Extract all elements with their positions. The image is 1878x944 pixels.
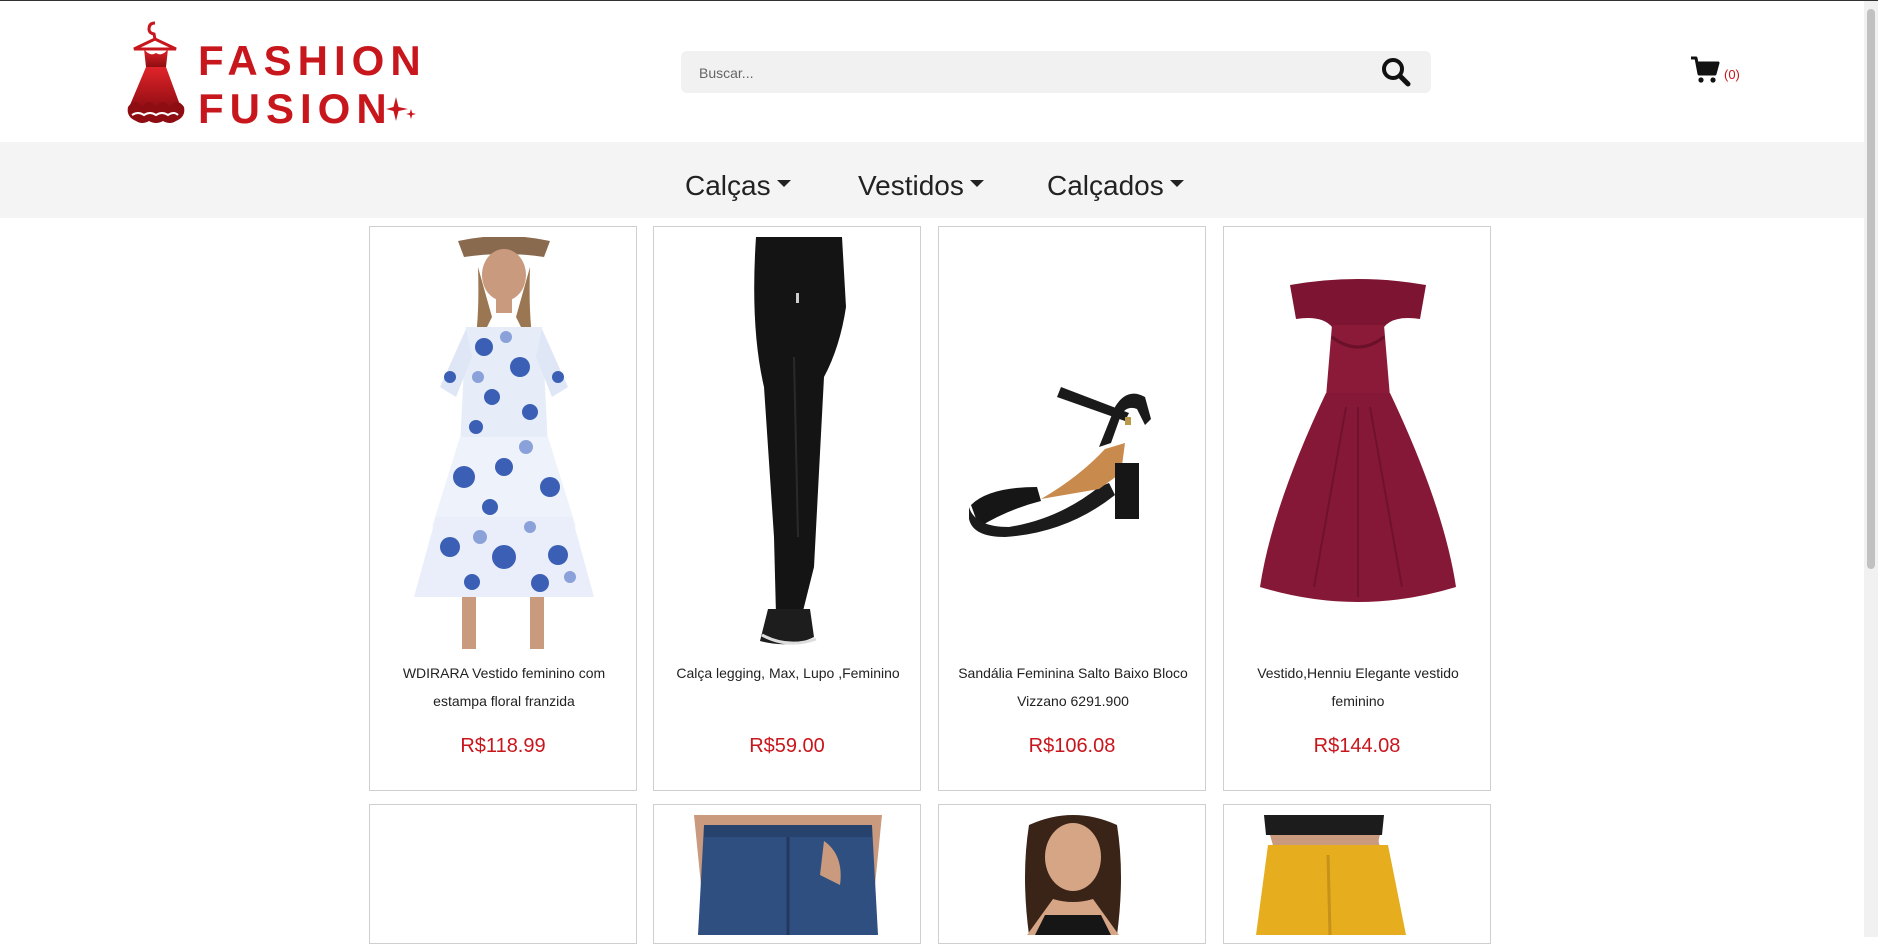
product-image-floral-dress xyxy=(380,237,628,649)
product-card[interactable] xyxy=(1223,804,1491,944)
product-card[interactable] xyxy=(938,804,1206,944)
nav-item-label: Vestidos xyxy=(858,170,964,201)
product-price: R$144.08 xyxy=(1313,735,1401,757)
product-title[interactable]: Calça legging, Max, Lupo ,Feminino xyxy=(670,659,906,687)
product-image-sandal xyxy=(949,237,1197,649)
caret-down-icon xyxy=(969,179,984,187)
product-card[interactable]: WDIRARA Vestido feminino com estampa flo… xyxy=(369,226,637,791)
brand-name-line1: FASHION xyxy=(198,37,427,84)
product-card[interactable]: Vestido,Henniu Elegante vestido feminino… xyxy=(1223,226,1491,791)
site-header: FASHION FUSION (0) xyxy=(0,1,1864,141)
page-scrollbar[interactable] xyxy=(1864,1,1878,937)
nav-item-label: Calças xyxy=(685,170,771,201)
scrollbar-thumb[interactable] xyxy=(1867,9,1875,569)
caret-down-icon xyxy=(1169,179,1184,187)
product-image-yellow-pants xyxy=(1234,815,1482,935)
cart-count: (0) xyxy=(1724,66,1740,82)
product-title[interactable]: WDIRARA Vestido feminino com estampa flo… xyxy=(386,659,622,715)
product-card[interactable] xyxy=(369,804,637,944)
product-price: R$118.99 xyxy=(460,735,546,757)
product-title[interactable]: Sandália Feminina Salto Baixo Bloco Vizz… xyxy=(955,659,1191,715)
search-input[interactable] xyxy=(697,51,1341,95)
category-nav: Calças Vestidos Calçados xyxy=(0,142,1864,218)
nav-item-calcados[interactable]: Calçados xyxy=(1047,170,1184,202)
product-price: R$59.00 xyxy=(749,735,825,757)
product-image xyxy=(380,815,628,935)
shopping-cart-icon xyxy=(1691,56,1720,83)
caret-down-icon xyxy=(776,179,791,187)
product-image-model xyxy=(949,815,1197,935)
brand-logo[interactable]: FASHION FUSION xyxy=(122,19,422,132)
cart-button[interactable]: (0) xyxy=(1690,56,1740,84)
product-image-jeans xyxy=(664,815,912,935)
dress-hanger-icon xyxy=(127,21,185,123)
nav-item-vestidos[interactable]: Vestidos xyxy=(858,170,984,202)
product-price: R$106.08 xyxy=(1028,735,1116,757)
nav-item-calcas[interactable]: Calças xyxy=(685,170,791,202)
product-card[interactable] xyxy=(653,804,921,944)
nav-item-label: Calçados xyxy=(1047,170,1164,201)
product-title[interactable]: Vestido,Henniu Elegante vestido feminino xyxy=(1240,659,1476,715)
search-button[interactable] xyxy=(1381,57,1413,89)
product-image-leggings xyxy=(664,237,912,649)
sparkle-icon xyxy=(386,97,416,121)
product-card[interactable]: Calça legging, Max, Lupo ,Feminino R$59.… xyxy=(653,226,921,791)
product-image-burgundy-dress xyxy=(1234,237,1482,649)
product-card[interactable]: Sandália Feminina Salto Baixo Bloco Vizz… xyxy=(938,226,1206,791)
search-bar xyxy=(681,51,1431,95)
search-icon xyxy=(1382,58,1411,87)
